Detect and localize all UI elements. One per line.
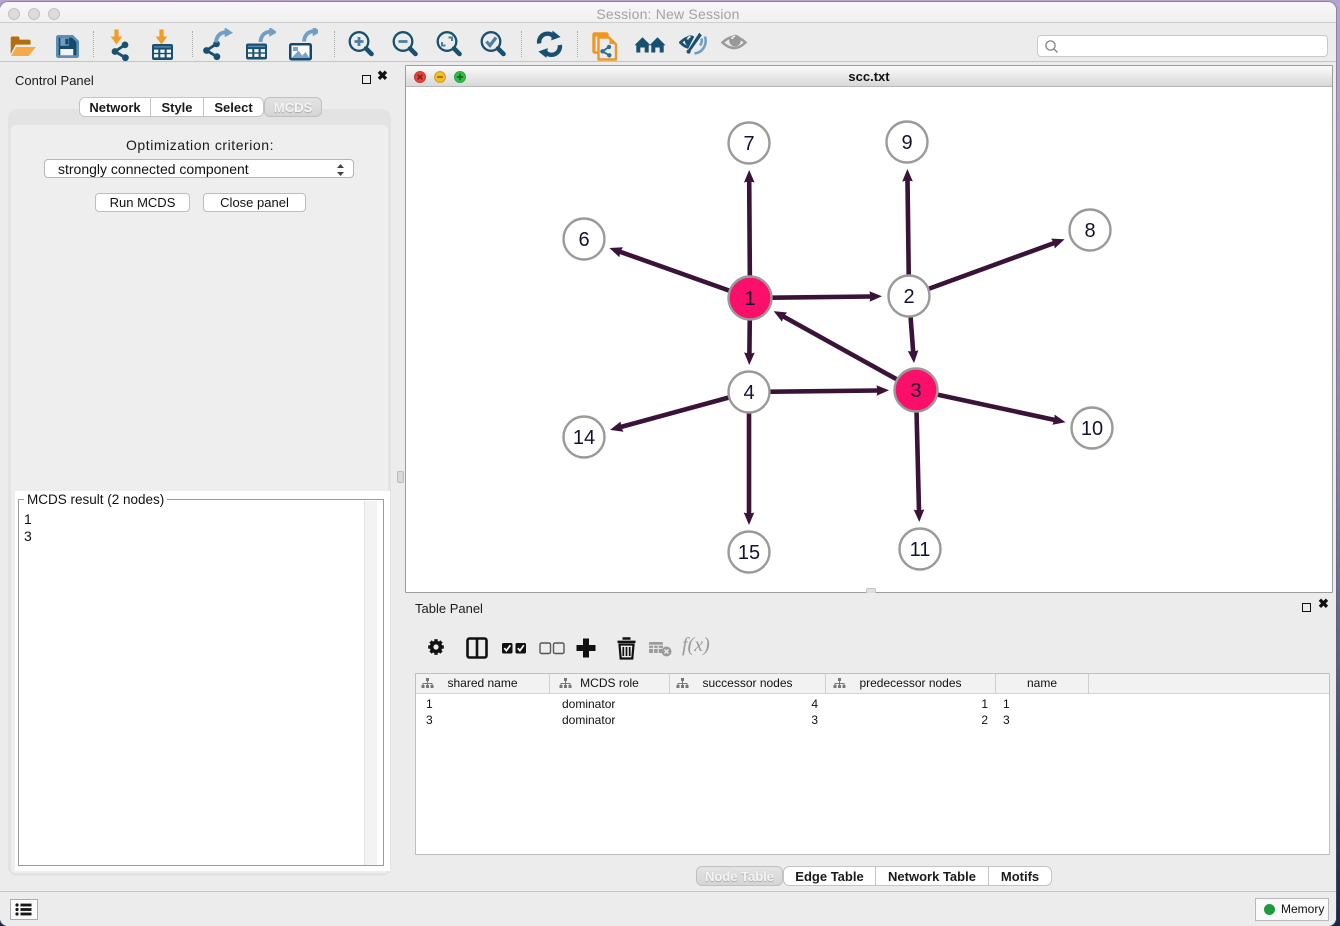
svg-text:9: 9 [901,132,912,154]
svg-text:4: 4 [743,382,754,404]
svg-text:2: 2 [903,286,914,308]
svg-text:6: 6 [578,229,589,251]
svg-text:11: 11 [910,539,931,561]
svg-text:7: 7 [743,133,754,155]
svg-text:3: 3 [910,380,921,402]
svg-text:14: 14 [573,427,595,449]
svg-text:8: 8 [1084,220,1095,242]
svg-text:10: 10 [1081,418,1103,440]
svg-text:1: 1 [744,288,755,310]
svg-text:15: 15 [738,542,760,564]
